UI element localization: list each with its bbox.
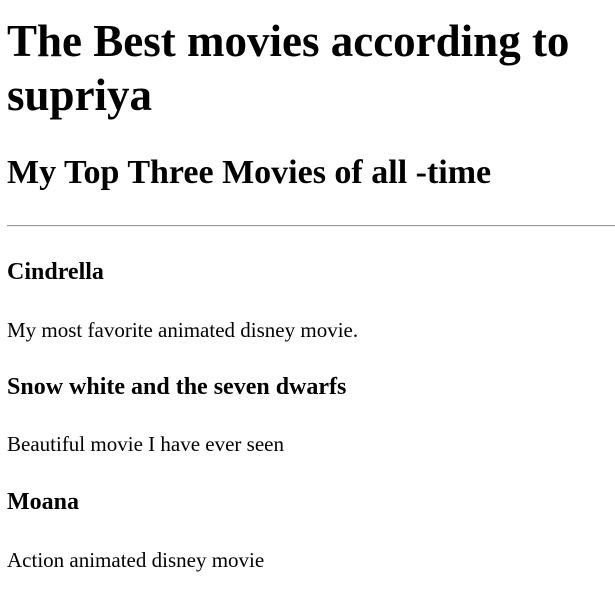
movie-description-3: Action animated disney movie [7,548,265,572]
movie-description-1: My most favorite animated disney movie. [7,318,359,342]
page-subtitle: My Top Three Movies of all -time [7,154,492,191]
movie-title-3: Moana [7,489,79,515]
movie-title-2: Snow white and the seven dwarfs [7,374,347,400]
page-title: The Best movies according to supriya [7,16,570,120]
movie-description-2: Beautiful movie I have ever seen [7,432,284,456]
movie-title-1: Cindrella [7,259,104,285]
divider [7,225,615,227]
page: The Best movies according to supriya My … [0,0,615,610]
